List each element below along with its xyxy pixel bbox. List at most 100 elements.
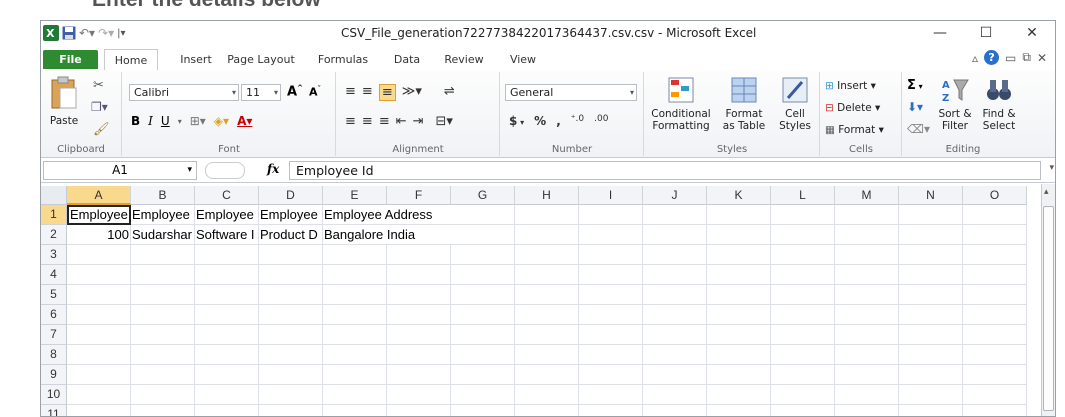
tab-home[interactable]: Home <box>104 49 158 71</box>
shrink-font-icon[interactable]: Aˇ <box>309 85 321 99</box>
cell-h6[interactable] <box>515 305 579 325</box>
workbook-restore-icon[interactable]: ⧉ <box>1022 50 1031 65</box>
row-header-10[interactable]: 10 <box>41 385 67 405</box>
cell-i8[interactable] <box>579 345 643 365</box>
row-header-2[interactable]: 2 <box>41 225 67 245</box>
copy-icon[interactable]: ❐▾ <box>91 100 108 114</box>
cell-n8[interactable] <box>899 345 963 365</box>
cell-o5[interactable] <box>963 285 1027 305</box>
delete-cells-button[interactable]: ⊟ Delete ▾ <box>825 102 880 114</box>
cell-i5[interactable] <box>579 285 643 305</box>
clear-icon[interactable]: ⌫▾ <box>907 122 930 136</box>
cell-g7[interactable] <box>451 325 515 345</box>
cell-e7[interactable] <box>323 325 387 345</box>
cell-l4[interactable] <box>771 265 835 285</box>
cell-j4[interactable] <box>643 265 707 285</box>
cell-d4[interactable] <box>259 265 323 285</box>
vertical-scrollbar[interactable]: ▴ <box>1041 184 1055 416</box>
cell-c6[interactable] <box>195 305 259 325</box>
cell-m7[interactable] <box>835 325 899 345</box>
cell-i6[interactable] <box>579 305 643 325</box>
tab-formulas[interactable]: Formulas <box>313 49 373 69</box>
increase-decimal-icon[interactable]: ⁺.0 <box>571 114 584 128</box>
cell-k8[interactable] <box>707 345 771 365</box>
italic-icon[interactable]: I <box>148 114 153 128</box>
formula-bar-divider-handle[interactable] <box>205 162 245 179</box>
cell-n11[interactable] <box>899 405 963 416</box>
cell-n1[interactable] <box>899 205 963 225</box>
cell-c4[interactable] <box>195 265 259 285</box>
column-header-h[interactable]: H <box>515 186 579 205</box>
cell-d1[interactable]: Employee <box>259 205 323 225</box>
cell-j6[interactable] <box>643 305 707 325</box>
cell-o8[interactable] <box>963 345 1027 365</box>
cell-m3[interactable] <box>835 245 899 265</box>
cell-c8[interactable] <box>195 345 259 365</box>
percent-button[interactable]: % <box>534 114 546 128</box>
cell-g3[interactable] <box>451 245 515 265</box>
cell-n10[interactable] <box>899 385 963 405</box>
cell-j9[interactable] <box>643 365 707 385</box>
column-header-j[interactable]: J <box>643 186 707 205</box>
cell-j3[interactable] <box>643 245 707 265</box>
row-header-6[interactable]: 6 <box>41 305 67 325</box>
cell-e8[interactable] <box>323 345 387 365</box>
row-header-11[interactable]: 11 <box>41 405 67 416</box>
cell-l5[interactable] <box>771 285 835 305</box>
cell-a9[interactable] <box>67 365 131 385</box>
name-box[interactable]: A1 ▾ <box>43 161 197 180</box>
cell-l8[interactable] <box>771 345 835 365</box>
cell-i11[interactable] <box>579 405 643 416</box>
orientation-icon[interactable]: ≫▾ <box>402 84 422 101</box>
cell-k9[interactable] <box>707 365 771 385</box>
cell-a1[interactable]: Employee <box>67 205 131 225</box>
row-header-9[interactable]: 9 <box>41 365 67 385</box>
minimize-ribbon-icon[interactable]: ▵ <box>972 51 978 65</box>
cell-f3[interactable] <box>387 245 451 265</box>
tab-insert[interactable]: Insert <box>171 49 221 69</box>
cell-a7[interactable] <box>67 325 131 345</box>
wrap-text-icon[interactable]: ⇌ <box>444 84 455 101</box>
grow-font-icon[interactable]: A^ <box>287 84 303 99</box>
cell-k3[interactable] <box>707 245 771 265</box>
format-cells-button[interactable]: ▦ Format ▾ <box>825 124 884 136</box>
cell-a8[interactable] <box>67 345 131 365</box>
cell-i2[interactable] <box>579 225 643 245</box>
cell-e9[interactable] <box>323 365 387 385</box>
cell-f10[interactable] <box>387 385 451 405</box>
cell-c11[interactable] <box>195 405 259 416</box>
cell-e2[interactable]: Bangalore India <box>323 225 451 245</box>
cell-l2[interactable] <box>771 225 835 245</box>
cell-b8[interactable] <box>131 345 195 365</box>
column-header-n[interactable]: N <box>899 186 963 205</box>
comma-button[interactable]: , <box>556 114 561 128</box>
cell-j1[interactable] <box>643 205 707 225</box>
cell-e4[interactable] <box>323 265 387 285</box>
borders-icon[interactable]: ⊞▾ <box>190 114 206 128</box>
align-middle-icon[interactable]: ≡ <box>362 84 373 101</box>
merge-center-icon[interactable]: ⊟▾ <box>436 114 453 129</box>
cell-m2[interactable] <box>835 225 899 245</box>
fill-icon[interactable]: ⬇▾ <box>907 100 923 114</box>
excel-logo-icon[interactable]: X <box>43 25 59 41</box>
workbook-minimize-icon[interactable]: ▭ <box>1005 51 1016 65</box>
minimize-button[interactable]: — <box>917 21 963 45</box>
cell-d8[interactable] <box>259 345 323 365</box>
cell-c3[interactable] <box>195 245 259 265</box>
cell-m5[interactable] <box>835 285 899 305</box>
underline-icon[interactable]: U <box>161 114 170 128</box>
cell-d7[interactable] <box>259 325 323 345</box>
cell-j7[interactable] <box>643 325 707 345</box>
column-header-m[interactable]: M <box>835 186 899 205</box>
cell-l3[interactable] <box>771 245 835 265</box>
increase-indent-icon[interactable]: ⇥ <box>413 114 424 129</box>
scrollbar-thumb[interactable] <box>1043 206 1054 411</box>
cell-l6[interactable] <box>771 305 835 325</box>
cell-k10[interactable] <box>707 385 771 405</box>
cell-e6[interactable] <box>323 305 387 325</box>
formula-input[interactable]: Employee Id <box>289 161 1041 180</box>
sort-filter-button[interactable]: AZ Sort & Filter <box>935 76 975 132</box>
cell-m8[interactable] <box>835 345 899 365</box>
cell-b6[interactable] <box>131 305 195 325</box>
cell-b5[interactable] <box>131 285 195 305</box>
